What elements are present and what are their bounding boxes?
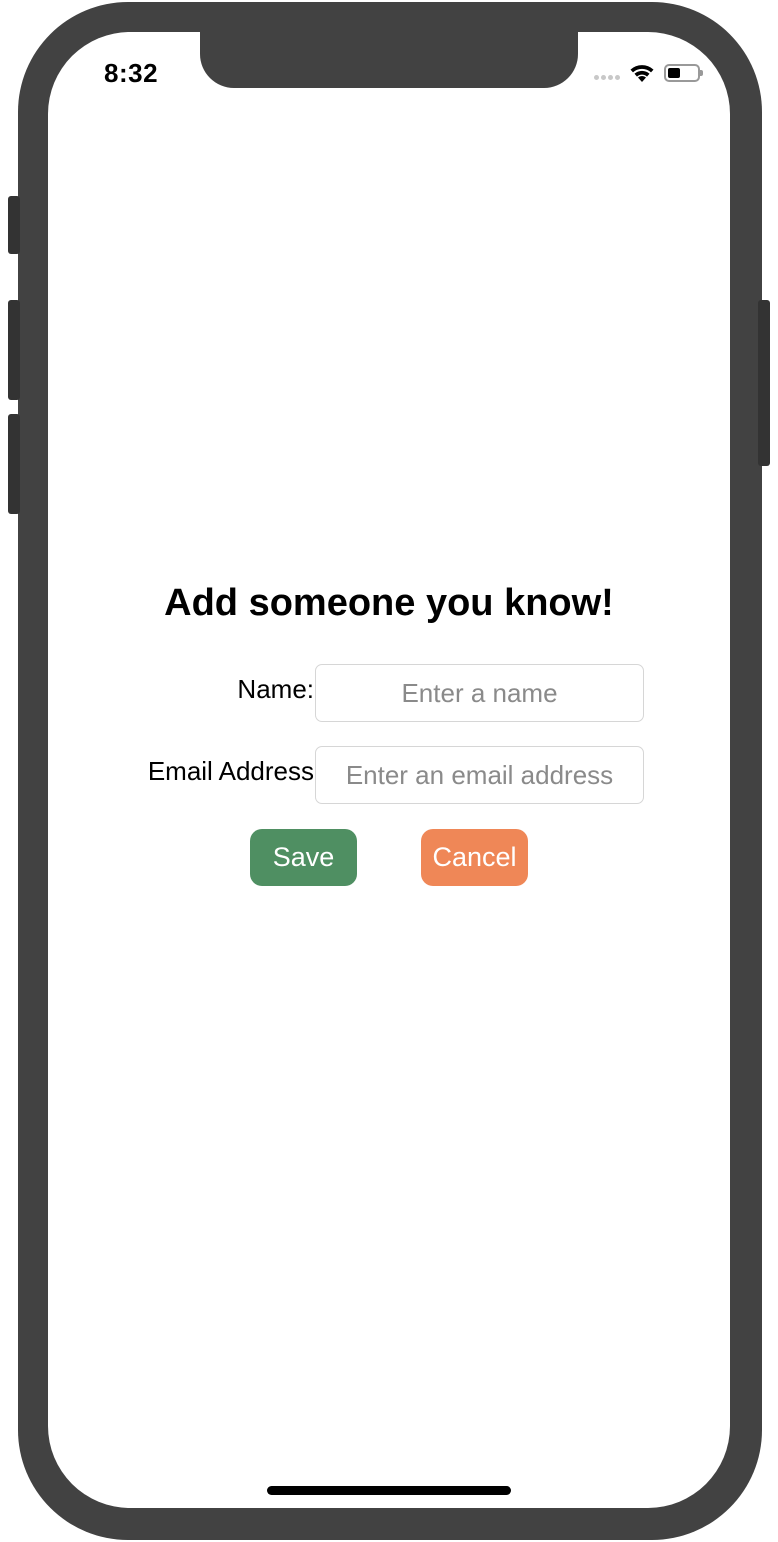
silent-switch xyxy=(8,196,20,254)
wifi-icon xyxy=(630,65,654,82)
cancel-button[interactable]: Cancel xyxy=(421,829,528,886)
notch xyxy=(200,32,578,88)
email-label: Email Address xyxy=(147,756,314,786)
status-icons xyxy=(594,62,703,84)
status-time: 8:32 xyxy=(104,58,159,88)
page-title: Add someone you know! xyxy=(164,582,614,624)
name-input[interactable] xyxy=(315,664,644,722)
volume-down-button xyxy=(8,414,20,514)
email-input[interactable] xyxy=(315,746,644,804)
home-indicator[interactable] xyxy=(267,1486,511,1495)
power-button xyxy=(758,300,770,466)
phone-screen: 8:32 Add someone you know! Name: Email A… xyxy=(48,32,730,1508)
volume-up-button xyxy=(8,300,20,400)
cellular-signal-icon xyxy=(594,74,620,80)
save-button[interactable]: Save xyxy=(250,829,357,886)
name-label: Name: xyxy=(237,674,314,704)
battery-icon xyxy=(664,64,703,82)
